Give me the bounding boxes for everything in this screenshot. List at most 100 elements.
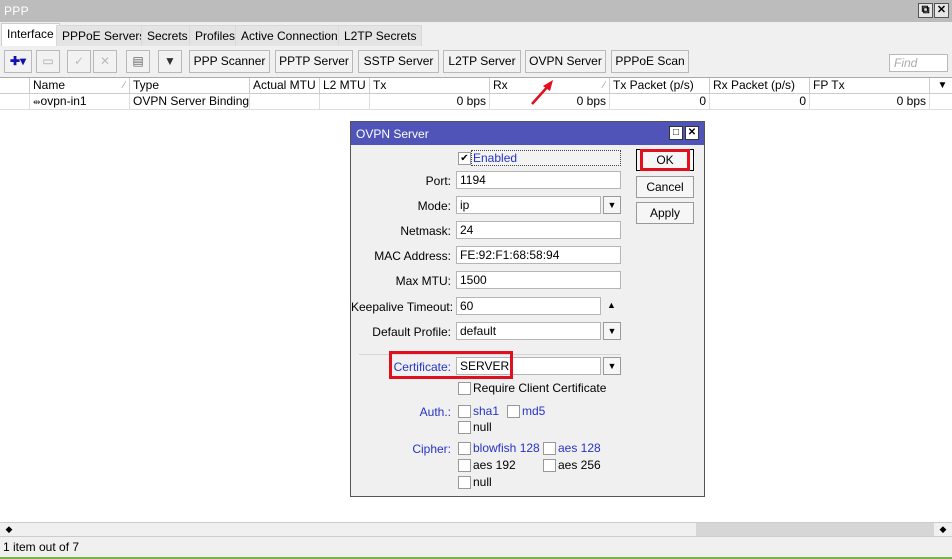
cipher-blowfish128-label: blowfish 128 (473, 441, 540, 455)
enabled-checkbox[interactable]: ✔ (458, 152, 471, 165)
pptp-server-button[interactable]: PPTP Server (275, 50, 353, 73)
status-bar: 1 item out of 7 (0, 537, 952, 557)
cell-l2-mtu (320, 94, 370, 110)
column-header-rx-packet[interactable]: Rx Packet (p/s) (710, 78, 810, 94)
status-text: 1 item out of 7 (3, 540, 80, 554)
cell-fp-tx: 0 bps (810, 94, 930, 110)
cipher-label: Cipher: (412, 442, 451, 456)
pppoe-scan-button[interactable]: PPPoE Scan (611, 50, 689, 73)
keepalive-collapse-button[interactable]: ▲ (607, 300, 616, 310)
auth-md5-checkbox[interactable] (507, 405, 520, 418)
cancel-button[interactable]: Cancel (636, 176, 694, 198)
mode-select[interactable]: ip (456, 196, 601, 214)
cipher-aes256-checkbox[interactable] (543, 459, 556, 472)
remove-button[interactable]: ▭ (36, 50, 60, 73)
max-mtu-label: Max MTU: (395, 274, 451, 288)
ok-highlight-box (640, 149, 690, 171)
sort-icon: ∕ (603, 80, 605, 91)
close-window-button[interactable]: ✕ (934, 3, 949, 18)
x-icon: ✕ (99, 54, 111, 68)
tab-pppoe-servers[interactable]: PPPoE Servers (56, 25, 152, 46)
mac-address-input[interactable]: FE:92:F1:68:58:94 (456, 246, 621, 264)
tab-active-connections[interactable]: Active Connections (235, 25, 350, 46)
column-menu-button[interactable]: ▼ (930, 78, 952, 94)
cipher-aes128-checkbox[interactable] (543, 442, 556, 455)
restore-window-button[interactable]: ⧉ (918, 3, 933, 18)
keepalive-timeout-input[interactable]: 60 (456, 297, 601, 315)
require-client-certificate-checkbox[interactable] (458, 382, 471, 395)
enabled-label: Enabled (473, 151, 518, 165)
default-profile-label: Default Profile: (372, 325, 451, 339)
enable-button[interactable]: ✓ (67, 50, 91, 73)
auth-label: Auth.: (419, 405, 451, 419)
cipher-aes256-label: aes 256 (558, 458, 601, 472)
sstp-server-button[interactable]: SSTP Server (358, 50, 439, 73)
cipher-aes192-label: aes 192 (473, 458, 516, 472)
cipher-blowfish128-checkbox[interactable] (458, 442, 471, 455)
cipher-null-checkbox[interactable] (458, 476, 471, 489)
mode-label: Mode: (417, 199, 451, 213)
ovpn-interface-icon: ⇹ (33, 97, 41, 107)
mode-dropdown-button[interactable]: ▼ (603, 196, 621, 214)
table-row[interactable]: ⇹ovpn-in1 OVPN Server Binding 0 bps 0 bp… (0, 94, 952, 110)
horizontal-scrollbar[interactable]: ◆ ◆ (0, 522, 952, 537)
tab-interface[interactable]: Interface (1, 23, 60, 46)
ovpn-server-dialog: OVPN Server □ ✕ ✔ Enabled Port: 1194 Mod… (350, 121, 705, 497)
mac-address-label: MAC Address: (374, 249, 451, 263)
filter-button[interactable]: ▼ (158, 50, 182, 73)
keepalive-timeout-label: Keepalive Timeout: (351, 300, 454, 314)
auth-sha1-checkbox[interactable] (458, 405, 471, 418)
max-mtu-input[interactable]: 1500 (456, 271, 621, 289)
tab-secrets[interactable]: Secrets (141, 25, 194, 46)
ppp-scanner-button[interactable]: PPP Scanner (189, 50, 270, 73)
add-button[interactable]: ✚▾ (4, 50, 32, 73)
restore-icon: □ (672, 127, 680, 138)
dialog-close-button[interactable]: ✕ (685, 126, 699, 140)
column-header-name[interactable]: Name ∕ (30, 78, 130, 94)
certificate-dropdown-button[interactable]: ▼ (603, 357, 621, 375)
dialog-titlebar[interactable]: OVPN Server □ ✕ (351, 122, 704, 145)
tab-l2tp-secrets[interactable]: L2TP Secrets (338, 25, 423, 46)
default-profile-dropdown-button[interactable]: ▼ (603, 322, 621, 340)
disable-button[interactable]: ✕ (93, 50, 117, 73)
chevron-down-icon: ▼ (607, 326, 617, 336)
scroll-right-button[interactable]: ◆ (936, 523, 950, 536)
column-header-tx-packet[interactable]: Tx Packet (p/s) (610, 78, 710, 94)
column-header-type[interactable]: Type (130, 78, 250, 94)
annotation-arrow (531, 80, 553, 105)
port-input[interactable]: 1194 (456, 171, 621, 189)
cipher-aes192-checkbox[interactable] (458, 459, 471, 472)
chevron-down-icon: ▼ (607, 200, 617, 210)
ovpn-server-button[interactable]: OVPN Server (525, 50, 606, 73)
scroll-left-button[interactable]: ◆ (2, 523, 16, 536)
auth-null-checkbox[interactable] (458, 421, 471, 434)
comment-button[interactable]: ▤ (126, 50, 150, 73)
column-header-fp-tx[interactable]: FP Tx (810, 78, 930, 94)
window-titlebar: PPP ⧉ ✕ (0, 0, 952, 22)
chevron-down-icon: ▼ (607, 361, 617, 371)
cell-type: OVPN Server Binding (130, 94, 250, 110)
column-header-flags[interactable] (0, 78, 30, 94)
arrow-left-icon: ◆ (5, 524, 13, 534)
scrollbar-thumb[interactable] (696, 523, 934, 536)
check-icon: ✔ (460, 153, 469, 164)
column-header-tx[interactable]: Tx (370, 78, 490, 94)
minus-icon: ▭ (42, 54, 54, 68)
column-header-actual-mtu[interactable]: Actual MTU (250, 78, 320, 94)
close-icon: ✕ (936, 4, 947, 16)
arrow-right-icon: ◆ (939, 524, 947, 534)
port-label: Port: (425, 174, 451, 188)
netmask-input[interactable]: 24 (456, 221, 621, 239)
dialog-restore-button[interactable]: □ (669, 126, 683, 140)
cell-tx: 0 bps (370, 94, 490, 110)
close-icon: ✕ (687, 127, 697, 138)
apply-button[interactable]: Apply (636, 202, 694, 224)
column-header-l2-mtu[interactable]: L2 MTU (320, 78, 370, 94)
tab-profiles[interactable]: Profiles (189, 25, 242, 46)
cipher-aes128-label: aes 128 (558, 441, 601, 455)
l2tp-server-button[interactable]: L2TP Server (443, 50, 521, 73)
cell-actual-mtu (250, 94, 320, 110)
find-input[interactable]: Find (889, 54, 948, 72)
default-profile-select[interactable]: default (456, 322, 601, 340)
triangle-up-icon: ▲ (607, 300, 616, 310)
